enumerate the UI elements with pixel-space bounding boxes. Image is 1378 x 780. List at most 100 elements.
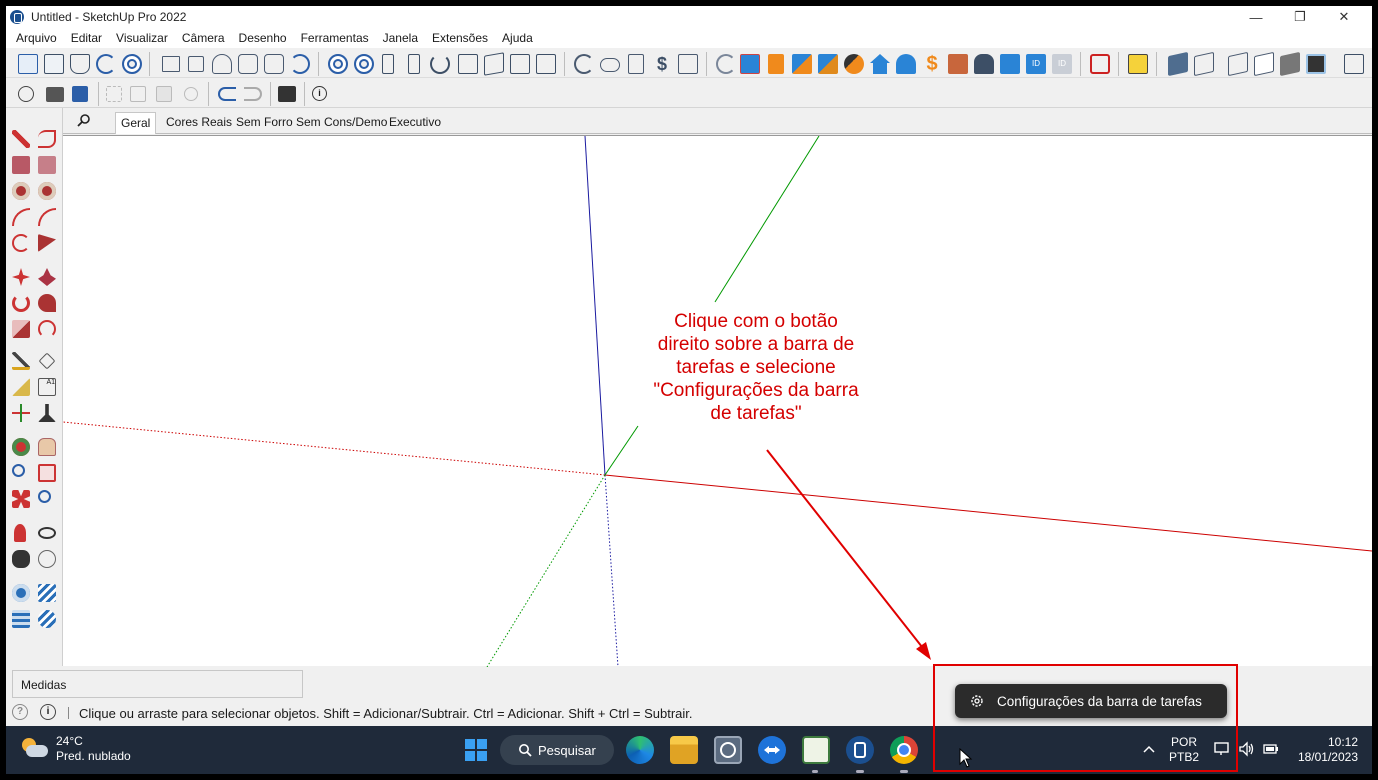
report-icon[interactable] (678, 54, 698, 74)
volume-icon[interactable] (1238, 741, 1256, 757)
taskbar-search[interactable]: Pesquisar (500, 735, 614, 765)
print-icon[interactable] (278, 86, 296, 102)
grid-icon[interactable] (18, 54, 38, 74)
circle-icon[interactable] (12, 182, 30, 200)
cloud-upload-icon[interactable] (212, 54, 232, 74)
follow-me-icon[interactable] (38, 294, 56, 312)
folder-open-icon[interactable] (162, 56, 180, 72)
monitor-icon[interactable] (740, 54, 760, 74)
dimension-icon[interactable] (38, 352, 56, 370)
scale-icon[interactable] (12, 320, 30, 338)
model-info-icon[interactable]: i (312, 86, 327, 101)
chrome-browser-icon[interactable] (890, 736, 918, 764)
crosshair-icon[interactable] (354, 54, 374, 74)
weather-widget[interactable]: 24°C Pred. nublado (20, 734, 131, 764)
door-icon[interactable] (382, 54, 394, 74)
move-icon[interactable] (12, 268, 30, 286)
refresh-icon[interactable] (430, 54, 450, 74)
menu-ferramentas[interactable]: Ferramentas (294, 31, 376, 45)
zoom-window-icon[interactable] (38, 464, 56, 482)
restore-icon[interactable]: ❐ (1278, 6, 1322, 28)
arc-icon[interactable] (12, 208, 30, 226)
menu-visualizar[interactable]: Visualizar (109, 31, 175, 45)
crate-icon[interactable] (948, 54, 968, 74)
spreadsheet-app-icon[interactable] (802, 736, 830, 764)
basket-icon[interactable] (70, 54, 90, 74)
remove-layer-icon[interactable] (536, 54, 556, 74)
tab-geral[interactable]: Geral (115, 112, 157, 134)
door-open-icon[interactable] (408, 54, 420, 74)
minimize-icon[interactable]: — (1234, 6, 1278, 28)
dollar-orange-icon[interactable]: $ (924, 54, 940, 74)
rotated-rectangle-icon[interactable] (38, 156, 56, 174)
polygon-icon[interactable] (38, 182, 56, 200)
text-tool-icon[interactable]: A1 (38, 378, 56, 396)
blocks-icon[interactable] (818, 54, 838, 74)
book-icon[interactable] (1000, 54, 1020, 74)
undo-icon[interactable] (218, 87, 236, 101)
style-wireframe-icon[interactable] (1194, 51, 1214, 77)
menu-editar[interactable]: Editar (64, 31, 109, 45)
app-g-icon[interactable] (714, 736, 742, 764)
save-icon[interactable] (72, 86, 88, 102)
menu-janela[interactable]: Janela (376, 31, 425, 45)
tab-sem-forro[interactable]: Sem Forro (231, 112, 298, 134)
sketchup-taskbar-icon[interactable] (846, 736, 874, 764)
style-monochrome-icon[interactable] (1306, 54, 1326, 74)
push-pull-icon[interactable] (38, 268, 56, 286)
walk-icon[interactable] (12, 550, 30, 568)
tab-sem-cons-demo[interactable]: Sem Cons/Demo (291, 112, 392, 134)
new-file-icon[interactable] (18, 86, 34, 102)
checkbox-icon[interactable] (188, 56, 204, 72)
style-xray-icon[interactable] (1168, 51, 1188, 77)
spiral-icon[interactable] (574, 54, 594, 74)
freehand-icon[interactable] (38, 130, 56, 148)
menu-desenho[interactable]: Desenho (232, 31, 294, 45)
box-orange-icon[interactable] (768, 54, 784, 74)
zoom-target-icon[interactable] (328, 54, 348, 74)
sandbox-scratch-icon[interactable] (38, 584, 56, 602)
offset-icon[interactable] (38, 320, 56, 338)
tape-measure-icon[interactable] (12, 352, 30, 370)
info-tag-icon[interactable] (1128, 54, 1148, 74)
smoove-icon[interactable] (12, 610, 30, 628)
measurements-box[interactable]: Medidas (12, 670, 303, 698)
section-plane-icon[interactable] (38, 550, 56, 568)
zoom-extents-icon[interactable] (12, 490, 30, 508)
rotate-tool-icon[interactable] (12, 294, 30, 312)
instructor-info-icon[interactable]: i (40, 704, 56, 720)
ruler-icon[interactable] (792, 54, 812, 74)
document-edit-icon[interactable] (458, 54, 478, 74)
target-icon[interactable] (122, 54, 142, 74)
zoom-icon[interactable] (12, 464, 25, 477)
id-card-grey-icon[interactable]: ID (1052, 54, 1072, 74)
binoculars-icon[interactable] (974, 54, 994, 74)
two-point-arc-icon[interactable] (38, 208, 56, 226)
clipboard-icon[interactable] (628, 54, 644, 74)
ruby-icon[interactable] (1090, 54, 1110, 74)
three-point-arc-icon[interactable] (12, 234, 30, 252)
look-around-icon[interactable] (38, 527, 56, 539)
style-shaded-icon[interactable] (1254, 51, 1274, 77)
box-search-icon[interactable] (484, 52, 504, 76)
pie-icon[interactable] (38, 234, 56, 252)
pencil-icon[interactable] (12, 130, 30, 148)
3d-text-icon[interactable] (38, 404, 56, 422)
axes-icon[interactable] (12, 404, 30, 422)
sandbox-contours-icon[interactable] (12, 584, 30, 602)
style-hidden-line-icon[interactable] (1228, 51, 1248, 77)
system-clock[interactable]: 10:12 18/01/2023 (1288, 735, 1358, 765)
dollar-icon[interactable]: $ (654, 54, 670, 74)
menu-ajuda[interactable]: Ajuda (495, 31, 540, 45)
menu-extensoes[interactable]: Extensões (425, 31, 495, 45)
cloud-upload-blue-icon[interactable] (896, 54, 916, 74)
search-scenes-icon[interactable] (77, 113, 91, 127)
warehouse-icon[interactable] (1344, 54, 1364, 74)
tab-cores-reais[interactable]: Cores Reais (161, 112, 237, 134)
close-icon[interactable]: ✕ (1322, 6, 1366, 28)
house-icon[interactable] (870, 54, 890, 74)
pan-icon[interactable] (38, 438, 56, 456)
edge-browser-icon[interactable] (626, 736, 654, 764)
orbit-icon[interactable] (12, 438, 30, 456)
paintbrush-icon[interactable] (844, 54, 864, 74)
